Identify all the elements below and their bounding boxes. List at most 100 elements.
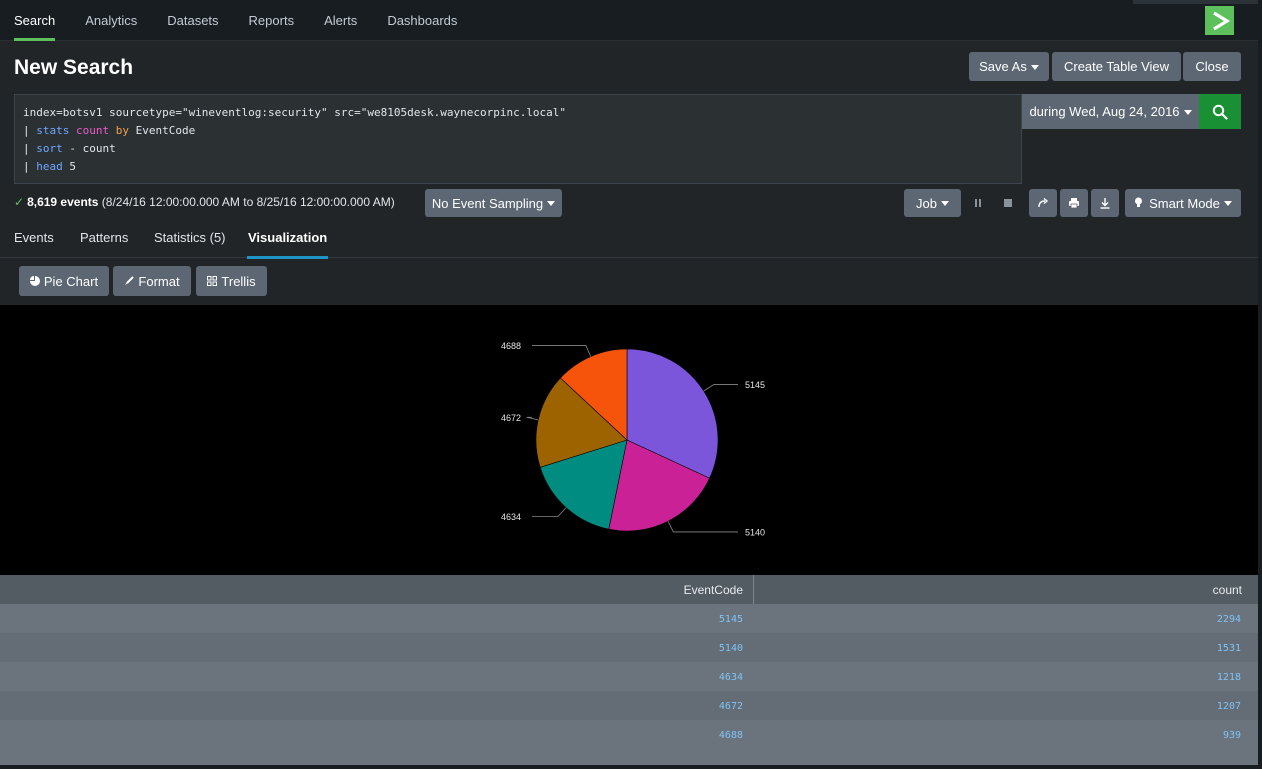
- table-row: 5140 1531: [0, 633, 1258, 662]
- table-header: EventCode count: [0, 575, 1258, 604]
- column-divider: [753, 575, 754, 604]
- app-nav-bar: Search Analytics Datasets Reports Alerts…: [0, 0, 1258, 41]
- column-header-eventcode[interactable]: EventCode: [684, 583, 743, 597]
- pie-leader-line: [532, 345, 592, 357]
- stop-button[interactable]: [997, 189, 1019, 217]
- cell-eventcode[interactable]: 4634: [719, 672, 743, 683]
- command-token: stats: [36, 124, 70, 137]
- nav-tab-dashboards[interactable]: Dashboards: [373, 0, 471, 41]
- job-menu-button[interactable]: Job: [904, 189, 961, 217]
- search-status: ✓ 8,619 events (8/24/16 12:00:00.000 AM t…: [14, 195, 395, 209]
- cell-count[interactable]: 939: [1223, 730, 1241, 741]
- share-button[interactable]: [1029, 189, 1057, 217]
- pause-button[interactable]: [967, 189, 989, 217]
- results-table: EventCode count 5145 2294 5140 1531 4634…: [0, 575, 1258, 765]
- print-icon: [1069, 198, 1079, 209]
- trellis-button[interactable]: Trellis: [196, 266, 267, 296]
- pie-leader-line: [703, 384, 738, 392]
- chevron-down-icon: [1223, 201, 1232, 206]
- pie-label: 5145: [745, 380, 765, 390]
- nav-tab-datasets[interactable]: Datasets: [153, 0, 232, 41]
- query-line-2: | stats count by EventCode: [23, 122, 1013, 140]
- keyword-token: by: [115, 124, 129, 137]
- tab-statistics[interactable]: Statistics (5): [154, 230, 226, 258]
- nav-tab-alerts[interactable]: Alerts: [310, 0, 371, 41]
- nav-tab-search[interactable]: Search: [0, 0, 69, 41]
- results-tabs: Events Patterns Statistics (5) Visualiza…: [0, 225, 1258, 259]
- top-strip: [1133, 0, 1258, 4]
- export-button[interactable]: [1091, 189, 1119, 217]
- check-icon: ✓: [14, 195, 25, 209]
- chevron-down-icon: [1030, 64, 1039, 70]
- cell-count[interactable]: 1207: [1217, 701, 1241, 712]
- share-icon: [1038, 197, 1049, 208]
- download-icon: [1100, 198, 1110, 209]
- cell-eventcode[interactable]: 5145: [719, 614, 743, 625]
- column-header-count[interactable]: count: [1213, 583, 1242, 597]
- search-button[interactable]: [1199, 94, 1241, 129]
- nav-tab-analytics[interactable]: Analytics: [71, 0, 151, 41]
- window-bottom-edge: [0, 765, 1262, 769]
- tab-visualization[interactable]: Visualization: [246, 230, 329, 259]
- pie-leader-line: [532, 507, 567, 517]
- pie-label: 4634: [501, 512, 521, 522]
- field-token: count: [82, 142, 116, 155]
- function-token: count: [76, 124, 110, 137]
- format-button[interactable]: Format: [113, 266, 191, 296]
- brush-icon: [125, 276, 135, 285]
- create-table-view-label: Create Table View: [1063, 59, 1170, 74]
- table-row: 4672 1207: [0, 691, 1258, 720]
- close-label: Close: [1195, 59, 1229, 74]
- cell-eventcode[interactable]: 4688: [719, 730, 743, 741]
- print-button[interactable]: [1060, 189, 1088, 217]
- search-icon: [1212, 104, 1228, 120]
- cell-count[interactable]: 1531: [1217, 643, 1241, 654]
- event-count: 8,619 events: [27, 195, 99, 209]
- pie-chart-label: Pie Chart: [43, 273, 99, 289]
- event-sampling-label: No Event Sampling: [431, 195, 544, 211]
- query-line-4: | head 5: [23, 158, 1013, 176]
- pie-label: 4672: [501, 413, 521, 423]
- close-button[interactable]: Close: [1183, 52, 1241, 81]
- pie-leader-line: [667, 521, 738, 533]
- search-mode-label: Smart Mode: [1149, 195, 1220, 211]
- time-range-picker[interactable]: during Wed, Aug 24, 2016: [1022, 94, 1199, 129]
- event-time-range: (8/24/16 12:00:00.000 AM to 8/25/16 12:0…: [101, 195, 395, 209]
- save-as-button[interactable]: Save As: [969, 52, 1049, 81]
- cell-count[interactable]: 1218: [1217, 672, 1241, 683]
- cell-eventcode[interactable]: 5140: [719, 643, 743, 654]
- query-line-1: index=botsv1 sourcetype="wineventlog:sec…: [23, 106, 567, 119]
- nav-tab-reports[interactable]: Reports: [235, 0, 309, 41]
- pie-chart-area: 5145 5140 4634 4672 4688: [0, 305, 1258, 575]
- page-title: New Search: [14, 56, 134, 79]
- search-query-editor[interactable]: index=botsv1 sourcetype="wineventlog:sec…: [14, 94, 1022, 184]
- table-row: 4634 1218: [0, 662, 1258, 691]
- window-right-edge: [1258, 0, 1262, 769]
- argument-token: 5: [69, 160, 76, 173]
- chevron-down-icon: [1183, 109, 1192, 115]
- chevron-down-icon: [940, 201, 949, 206]
- field-token: EventCode: [135, 124, 196, 137]
- table-row: 4688 939: [0, 720, 1258, 749]
- command-token: head: [36, 160, 63, 173]
- cell-count[interactable]: 2294: [1217, 614, 1241, 625]
- app-logo-icon[interactable]: [1205, 6, 1234, 35]
- tab-patterns[interactable]: Patterns: [80, 230, 128, 258]
- pie-chart: 5145 5140 4634 4672 4688: [501, 341, 765, 537]
- pie-label: 5140: [745, 527, 765, 537]
- save-as-label: Save As: [979, 59, 1027, 74]
- pie-label: 4688: [501, 341, 521, 351]
- search-mode-dropdown[interactable]: Smart Mode: [1125, 189, 1241, 217]
- cell-eventcode[interactable]: 4672: [719, 701, 743, 712]
- event-sampling-dropdown[interactable]: No Event Sampling: [425, 189, 562, 217]
- time-range-label: during Wed, Aug 24, 2016: [1029, 104, 1180, 119]
- pipe-token: |: [23, 142, 30, 155]
- pie-leader-line: [526, 416, 539, 421]
- pipe-token: |: [23, 160, 30, 173]
- tab-events[interactable]: Events: [14, 230, 54, 258]
- lightbulb-icon: [1135, 197, 1143, 207]
- pie-chart-button[interactable]: Pie Chart: [19, 266, 109, 296]
- pie-chart-icon: [29, 276, 40, 286]
- query-line-3: | sort - count: [23, 140, 1013, 158]
- create-table-view-button[interactable]: Create Table View: [1052, 52, 1181, 81]
